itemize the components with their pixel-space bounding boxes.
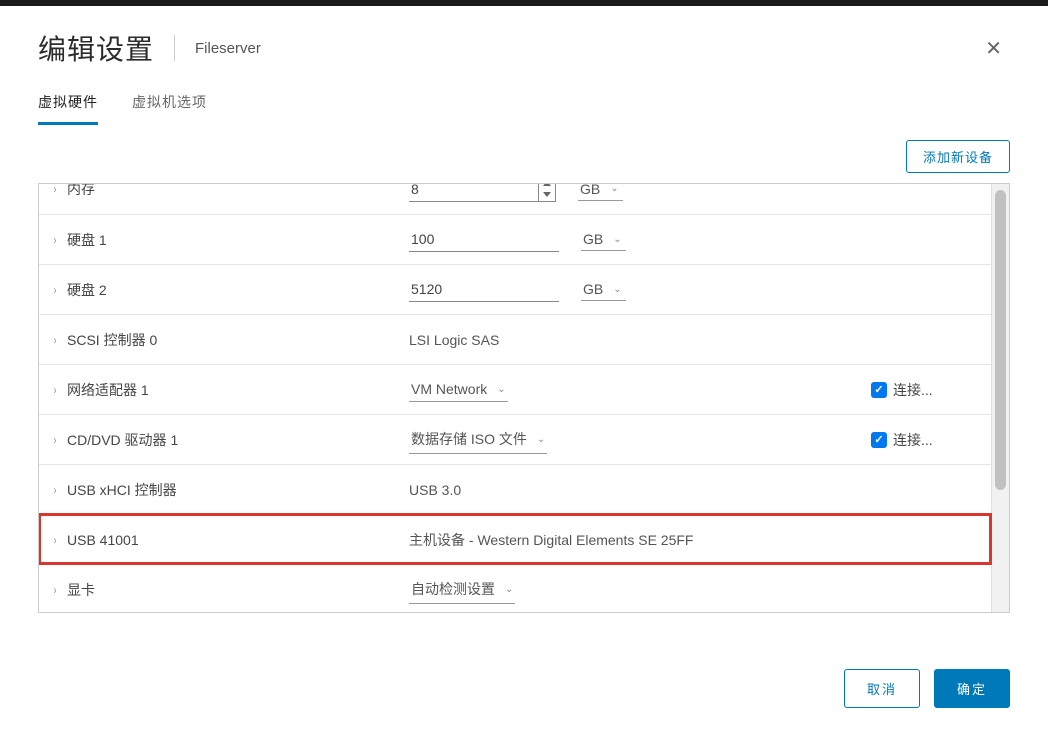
memory-unit-label: GB xyxy=(580,183,600,197)
chevron-right-icon[interactable]: › xyxy=(54,583,57,597)
video-label: 显卡 xyxy=(67,580,95,600)
memory-input[interactable] xyxy=(409,183,539,202)
memory-label: 内存 xyxy=(67,183,95,199)
usb-device-label: USB 41001 xyxy=(67,532,139,548)
chevron-down-icon: ⌄ xyxy=(610,183,618,194)
row-video-card: › 显卡 自动检测设置 ⌄ xyxy=(39,564,991,613)
network-select[interactable]: VM Network ⌄ xyxy=(409,377,508,402)
scrollbar-thumb[interactable] xyxy=(995,190,1006,490)
close-icon[interactable]: ✕ xyxy=(977,32,1010,65)
usb-controller-label: USB xHCI 控制器 xyxy=(67,480,177,500)
disk1-unit-label: GB xyxy=(583,231,603,247)
usb-controller-value: USB 3.0 xyxy=(409,482,461,498)
chevron-right-icon[interactable]: › xyxy=(54,483,57,497)
chevron-right-icon[interactable]: › xyxy=(54,533,57,547)
disk1-unit-select[interactable]: GB ⌄ xyxy=(581,228,626,251)
chevron-right-icon[interactable]: › xyxy=(54,183,57,196)
chevron-down-icon: ⌄ xyxy=(613,284,621,295)
disk2-unit-select[interactable]: GB ⌄ xyxy=(581,278,626,301)
hardware-panel: › 内存 GB ⌄ › xyxy=(38,183,1010,613)
disk2-unit-label: GB xyxy=(583,281,603,297)
row-hard-disk-2: › 硬盘 2 GB ⌄ xyxy=(39,264,991,314)
hardware-list: › 内存 GB ⌄ › xyxy=(39,183,991,612)
add-device-row: 添加新设备 xyxy=(38,140,1010,173)
row-cd-dvd-drive-1: › CD/DVD 驱动器 1 数据存储 ISO 文件 ⌄ ✓ 连接... xyxy=(39,414,991,464)
cdrom-label: CD/DVD 驱动器 1 xyxy=(67,430,178,450)
title-divider xyxy=(174,35,175,61)
chevron-down-icon: ⌄ xyxy=(537,434,545,445)
cdrom-connect-label: 连接... xyxy=(893,430,933,450)
ok-button[interactable]: 确定 xyxy=(934,669,1010,708)
tab-bar: 虚拟硬件 虚拟机选项 xyxy=(38,86,1010,126)
cancel-button[interactable]: 取消 xyxy=(844,669,920,708)
scrollbar[interactable] xyxy=(991,184,1009,612)
memory-unit-select[interactable]: GB ⌄ xyxy=(578,183,623,201)
dialog-title: 编辑设置 xyxy=(38,28,154,68)
disk2-label: 硬盘 2 xyxy=(67,280,107,300)
edit-settings-dialog: 编辑设置 Fileserver ✕ 虚拟硬件 虚拟机选项 添加新设备 › 内存 xyxy=(0,6,1048,728)
chevron-right-icon[interactable]: › xyxy=(54,433,57,447)
scsi-label: SCSI 控制器 0 xyxy=(67,330,157,350)
chevron-down-icon: ⌄ xyxy=(613,234,621,245)
video-settings-select[interactable]: 自动检测设置 ⌄ xyxy=(409,575,515,604)
chevron-right-icon[interactable]: › xyxy=(54,283,57,297)
chevron-right-icon[interactable]: › xyxy=(54,383,57,397)
row-hard-disk-1: › 硬盘 1 GB ⌄ xyxy=(39,214,991,264)
network-value: VM Network xyxy=(411,381,487,397)
tab-vm-options[interactable]: 虚拟机选项 xyxy=(132,86,207,125)
scsi-value: LSI Logic SAS xyxy=(409,332,499,348)
chevron-down-icon: ⌄ xyxy=(497,384,505,395)
cdrom-value: 数据存储 ISO 文件 xyxy=(411,429,527,449)
add-new-device-button[interactable]: 添加新设备 xyxy=(906,140,1010,173)
row-memory: › 内存 GB ⌄ xyxy=(39,183,991,214)
chevron-right-icon[interactable]: › xyxy=(54,333,57,347)
usb-device-value: 主机设备 - Western Digital Elements SE 25FF xyxy=(409,530,693,550)
vm-name: Fileserver xyxy=(195,40,261,57)
video-value: 自动检测设置 xyxy=(411,579,495,599)
row-scsi-controller-0: › SCSI 控制器 0 LSI Logic SAS xyxy=(39,314,991,364)
row-network-adapter-1: › 网络适配器 1 VM Network ⌄ ✓ 连接... xyxy=(39,364,991,414)
memory-stepper[interactable] xyxy=(538,183,556,202)
tab-virtual-hardware[interactable]: 虚拟硬件 xyxy=(38,86,98,125)
chevron-right-icon[interactable]: › xyxy=(54,233,57,247)
cdrom-connected-checkbox[interactable]: ✓ xyxy=(871,432,887,448)
row-usb-device-41001: › USB 41001 主机设备 - Western Digital Eleme… xyxy=(39,514,991,564)
disk2-size-input[interactable] xyxy=(409,277,559,302)
dialog-footer: 取消 确定 xyxy=(38,669,1010,708)
network-connected-checkbox[interactable]: ✓ xyxy=(871,382,887,398)
disk1-label: 硬盘 1 xyxy=(67,230,107,250)
net-label: 网络适配器 1 xyxy=(67,380,149,400)
disk1-size-input[interactable] xyxy=(409,227,559,252)
chevron-down-icon: ⌄ xyxy=(505,584,513,595)
cdrom-source-select[interactable]: 数据存储 ISO 文件 ⌄ xyxy=(409,425,547,454)
row-usb-xhci-controller: › USB xHCI 控制器 USB 3.0 xyxy=(39,464,991,514)
network-connect-label: 连接... xyxy=(893,380,933,400)
dialog-header: 编辑设置 Fileserver ✕ xyxy=(38,6,1010,86)
